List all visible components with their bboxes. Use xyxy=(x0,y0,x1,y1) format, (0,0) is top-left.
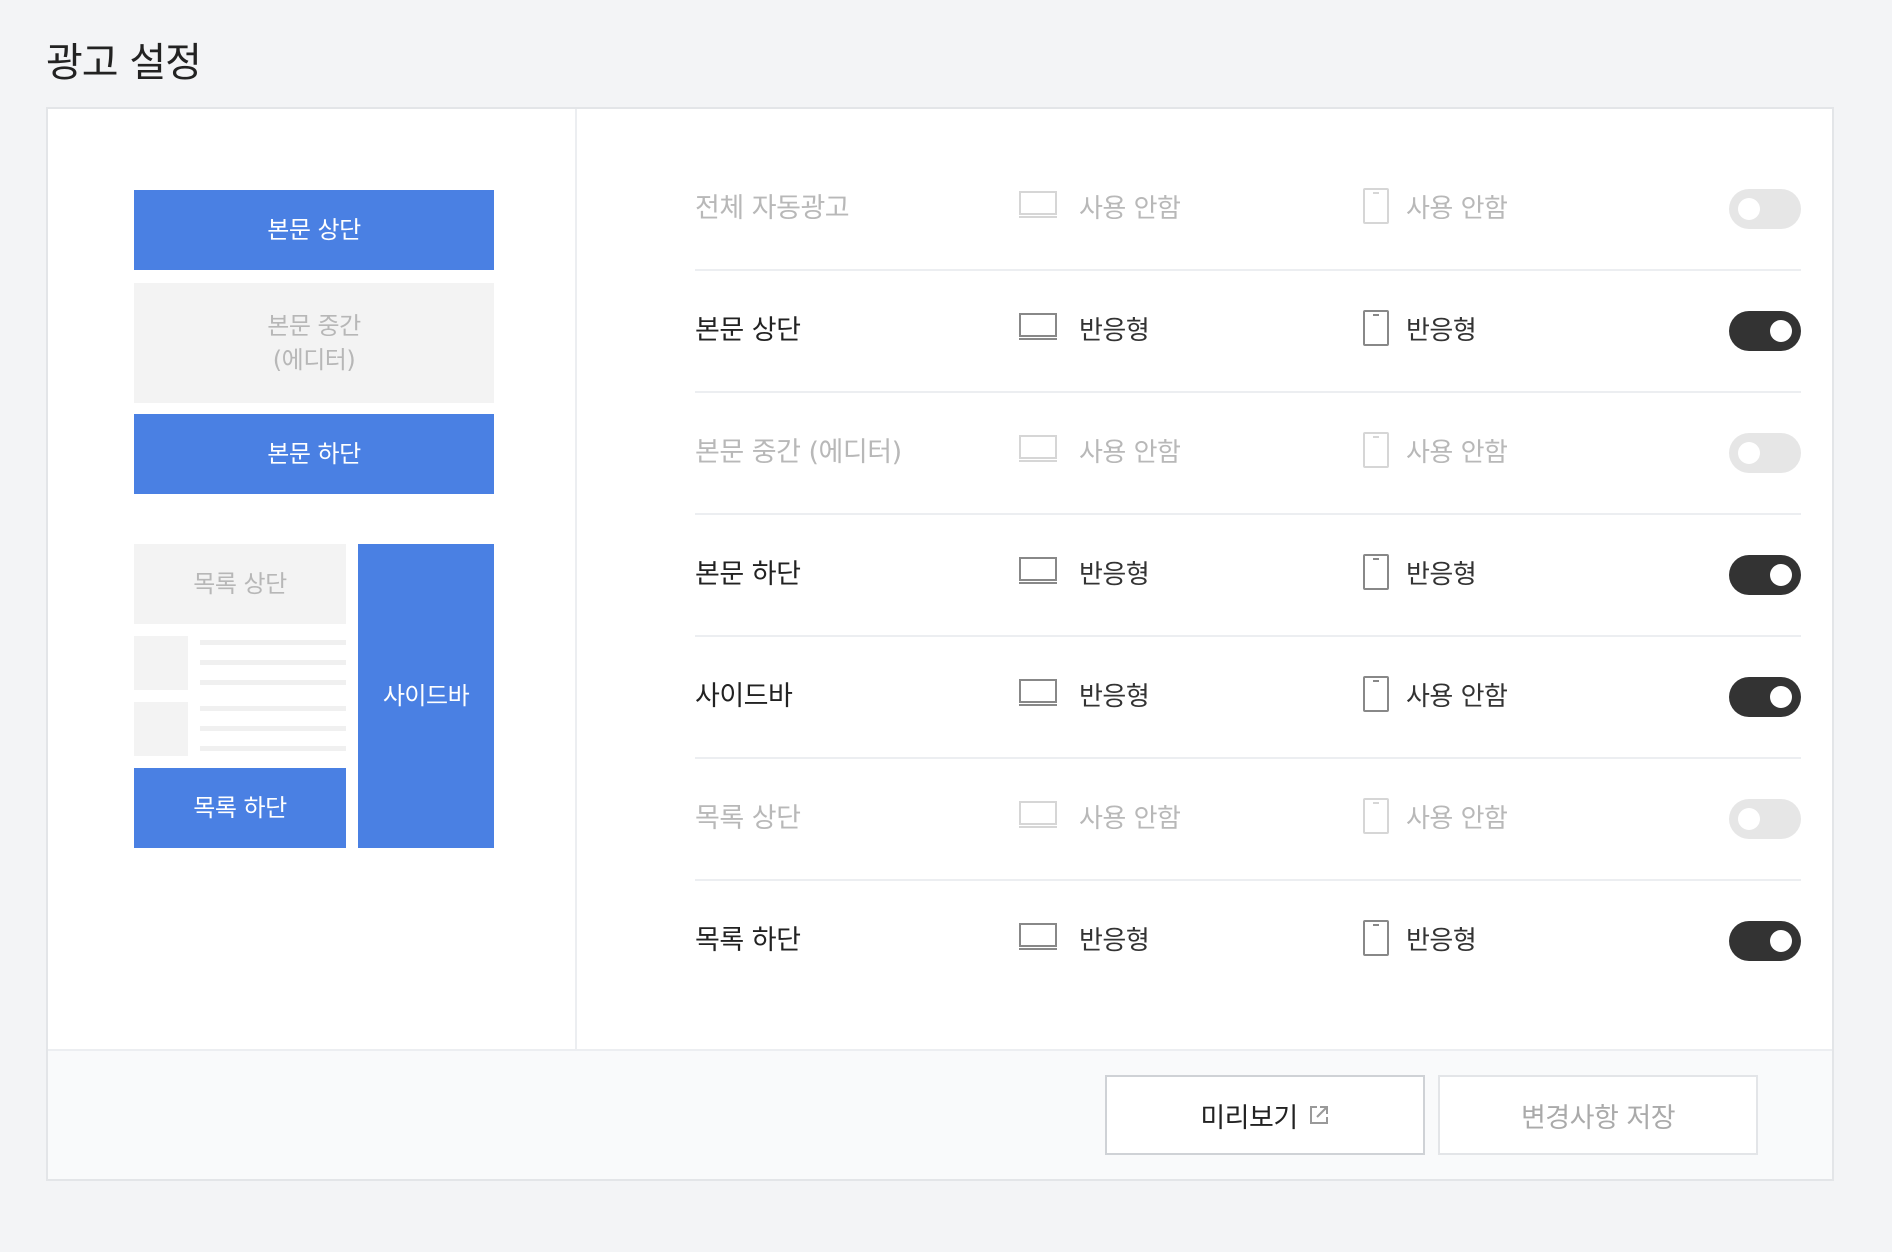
preview-list-line xyxy=(200,660,346,665)
setting-row-list-bottom: 목록 하단 반응형 반응형 xyxy=(695,881,1801,1003)
setting-row-body-middle: 본문 중간 (에디터) 사용 안함 사용 안함 xyxy=(695,393,1801,515)
desktop-icon xyxy=(1019,923,1057,950)
row-label: 본문 상단 xyxy=(695,315,801,346)
preview-list-top: 목록 상단 xyxy=(134,544,346,624)
mobile-icon xyxy=(1363,920,1389,956)
toggle-knob xyxy=(1770,686,1792,708)
save-changes-button[interactable]: 변경사항 저장 xyxy=(1438,1075,1758,1155)
mobile-icon xyxy=(1363,676,1389,712)
preview-list-line xyxy=(200,640,346,645)
preview-body-middle: 본문 중간 (에디터) xyxy=(134,283,494,403)
auto-ads-toggle[interactable] xyxy=(1729,189,1801,229)
mobile-ad-type[interactable]: 사용 안함 xyxy=(1406,759,1508,879)
mobile-ad-type[interactable]: 반응형 xyxy=(1406,515,1477,635)
setting-row-sidebar: 사이드바 반응형 사용 안함 xyxy=(695,637,1801,759)
mobile-icon xyxy=(1363,432,1389,468)
setting-row-list-top: 목록 상단 사용 안함 사용 안함 xyxy=(695,759,1801,881)
pc-ad-type[interactable]: 사용 안함 xyxy=(1079,149,1181,269)
setting-row-body-top: 본문 상단 반응형 반응형 xyxy=(695,271,1801,393)
desktop-icon xyxy=(1019,435,1057,462)
mobile-ad-type[interactable]: 사용 안함 xyxy=(1406,637,1508,757)
setting-row-body-bottom: 본문 하단 반응형 반응형 xyxy=(695,515,1801,637)
pc-ad-type[interactable]: 반응형 xyxy=(1079,515,1150,635)
row-label: 목록 하단 xyxy=(695,925,801,956)
toggle-knob xyxy=(1738,442,1760,464)
preview-list-bottom: 목록 하단 xyxy=(134,768,346,848)
desktop-icon xyxy=(1019,313,1057,340)
preview-body-bottom: 본문 하단 xyxy=(134,414,494,494)
sidebar-toggle[interactable] xyxy=(1729,677,1801,717)
ad-placement-preview: 본문 상단 본문 중간 (에디터) 본문 하단 목록 상단 목록 하단 사이드바 xyxy=(48,109,577,1049)
preview-sidebar: 사이드바 xyxy=(358,544,494,848)
mobile-ad-type[interactable]: 사용 안함 xyxy=(1406,149,1508,269)
preview-body-middle-line2: (에디터) xyxy=(272,346,356,374)
mobile-icon xyxy=(1363,188,1389,224)
panel-footer: 미리보기 변경사항 저장 xyxy=(48,1049,1832,1179)
desktop-icon xyxy=(1019,557,1057,584)
ad-settings-list: 전체 자동광고 사용 안함 사용 안함 본문 상단 반응형 반응형 본문 중간 … xyxy=(579,109,1832,1049)
toggle-knob xyxy=(1770,930,1792,952)
mobile-icon xyxy=(1363,798,1389,834)
toggle-knob xyxy=(1738,198,1760,220)
preview-body-top: 본문 상단 xyxy=(134,190,494,270)
desktop-icon xyxy=(1019,679,1057,706)
mobile-icon xyxy=(1363,554,1389,590)
pc-ad-type[interactable]: 사용 안함 xyxy=(1079,759,1181,879)
preview-button[interactable]: 미리보기 xyxy=(1105,1075,1425,1155)
list-top-toggle[interactable] xyxy=(1729,799,1801,839)
mobile-ad-type[interactable]: 반응형 xyxy=(1406,271,1477,391)
body-top-toggle[interactable] xyxy=(1729,311,1801,351)
preview-list-line xyxy=(200,746,346,751)
toggle-knob xyxy=(1738,808,1760,830)
pc-ad-type[interactable]: 반응형 xyxy=(1079,637,1150,757)
row-label: 목록 상단 xyxy=(695,803,801,834)
ad-settings-panel: 본문 상단 본문 중간 (에디터) 본문 하단 목록 상단 목록 하단 사이드바… xyxy=(46,107,1834,1181)
row-label: 전체 자동광고 xyxy=(695,193,850,224)
preview-list-thumb xyxy=(134,702,188,756)
body-bottom-toggle[interactable] xyxy=(1729,555,1801,595)
desktop-icon xyxy=(1019,801,1057,828)
toggle-knob xyxy=(1770,320,1792,342)
preview-button-label: 미리보기 xyxy=(1200,1102,1298,1134)
mobile-ad-type[interactable]: 반응형 xyxy=(1406,881,1477,1001)
row-label: 본문 중간 (에디터) xyxy=(695,437,902,468)
row-label: 사이드바 xyxy=(695,681,793,712)
list-bottom-toggle[interactable] xyxy=(1729,921,1801,961)
page-title: 광고 설정 xyxy=(46,40,202,86)
pc-ad-type[interactable]: 사용 안함 xyxy=(1079,393,1181,513)
external-link-icon xyxy=(1309,1106,1328,1124)
row-label: 본문 하단 xyxy=(695,559,801,590)
preview-body-middle-line1: 본문 중간 xyxy=(267,312,361,340)
preview-list-thumb xyxy=(134,636,188,690)
body-middle-toggle[interactable] xyxy=(1729,433,1801,473)
mobile-ad-type[interactable]: 사용 안함 xyxy=(1406,393,1508,513)
pc-ad-type[interactable]: 반응형 xyxy=(1079,271,1150,391)
toggle-knob xyxy=(1770,564,1792,586)
setting-row-auto-ads: 전체 자동광고 사용 안함 사용 안함 xyxy=(695,149,1801,271)
pc-ad-type[interactable]: 반응형 xyxy=(1079,881,1150,1001)
desktop-icon xyxy=(1019,191,1057,218)
preview-list-line xyxy=(200,706,346,711)
preview-list-line xyxy=(200,726,346,731)
preview-list-line xyxy=(200,680,346,685)
mobile-icon xyxy=(1363,310,1389,346)
